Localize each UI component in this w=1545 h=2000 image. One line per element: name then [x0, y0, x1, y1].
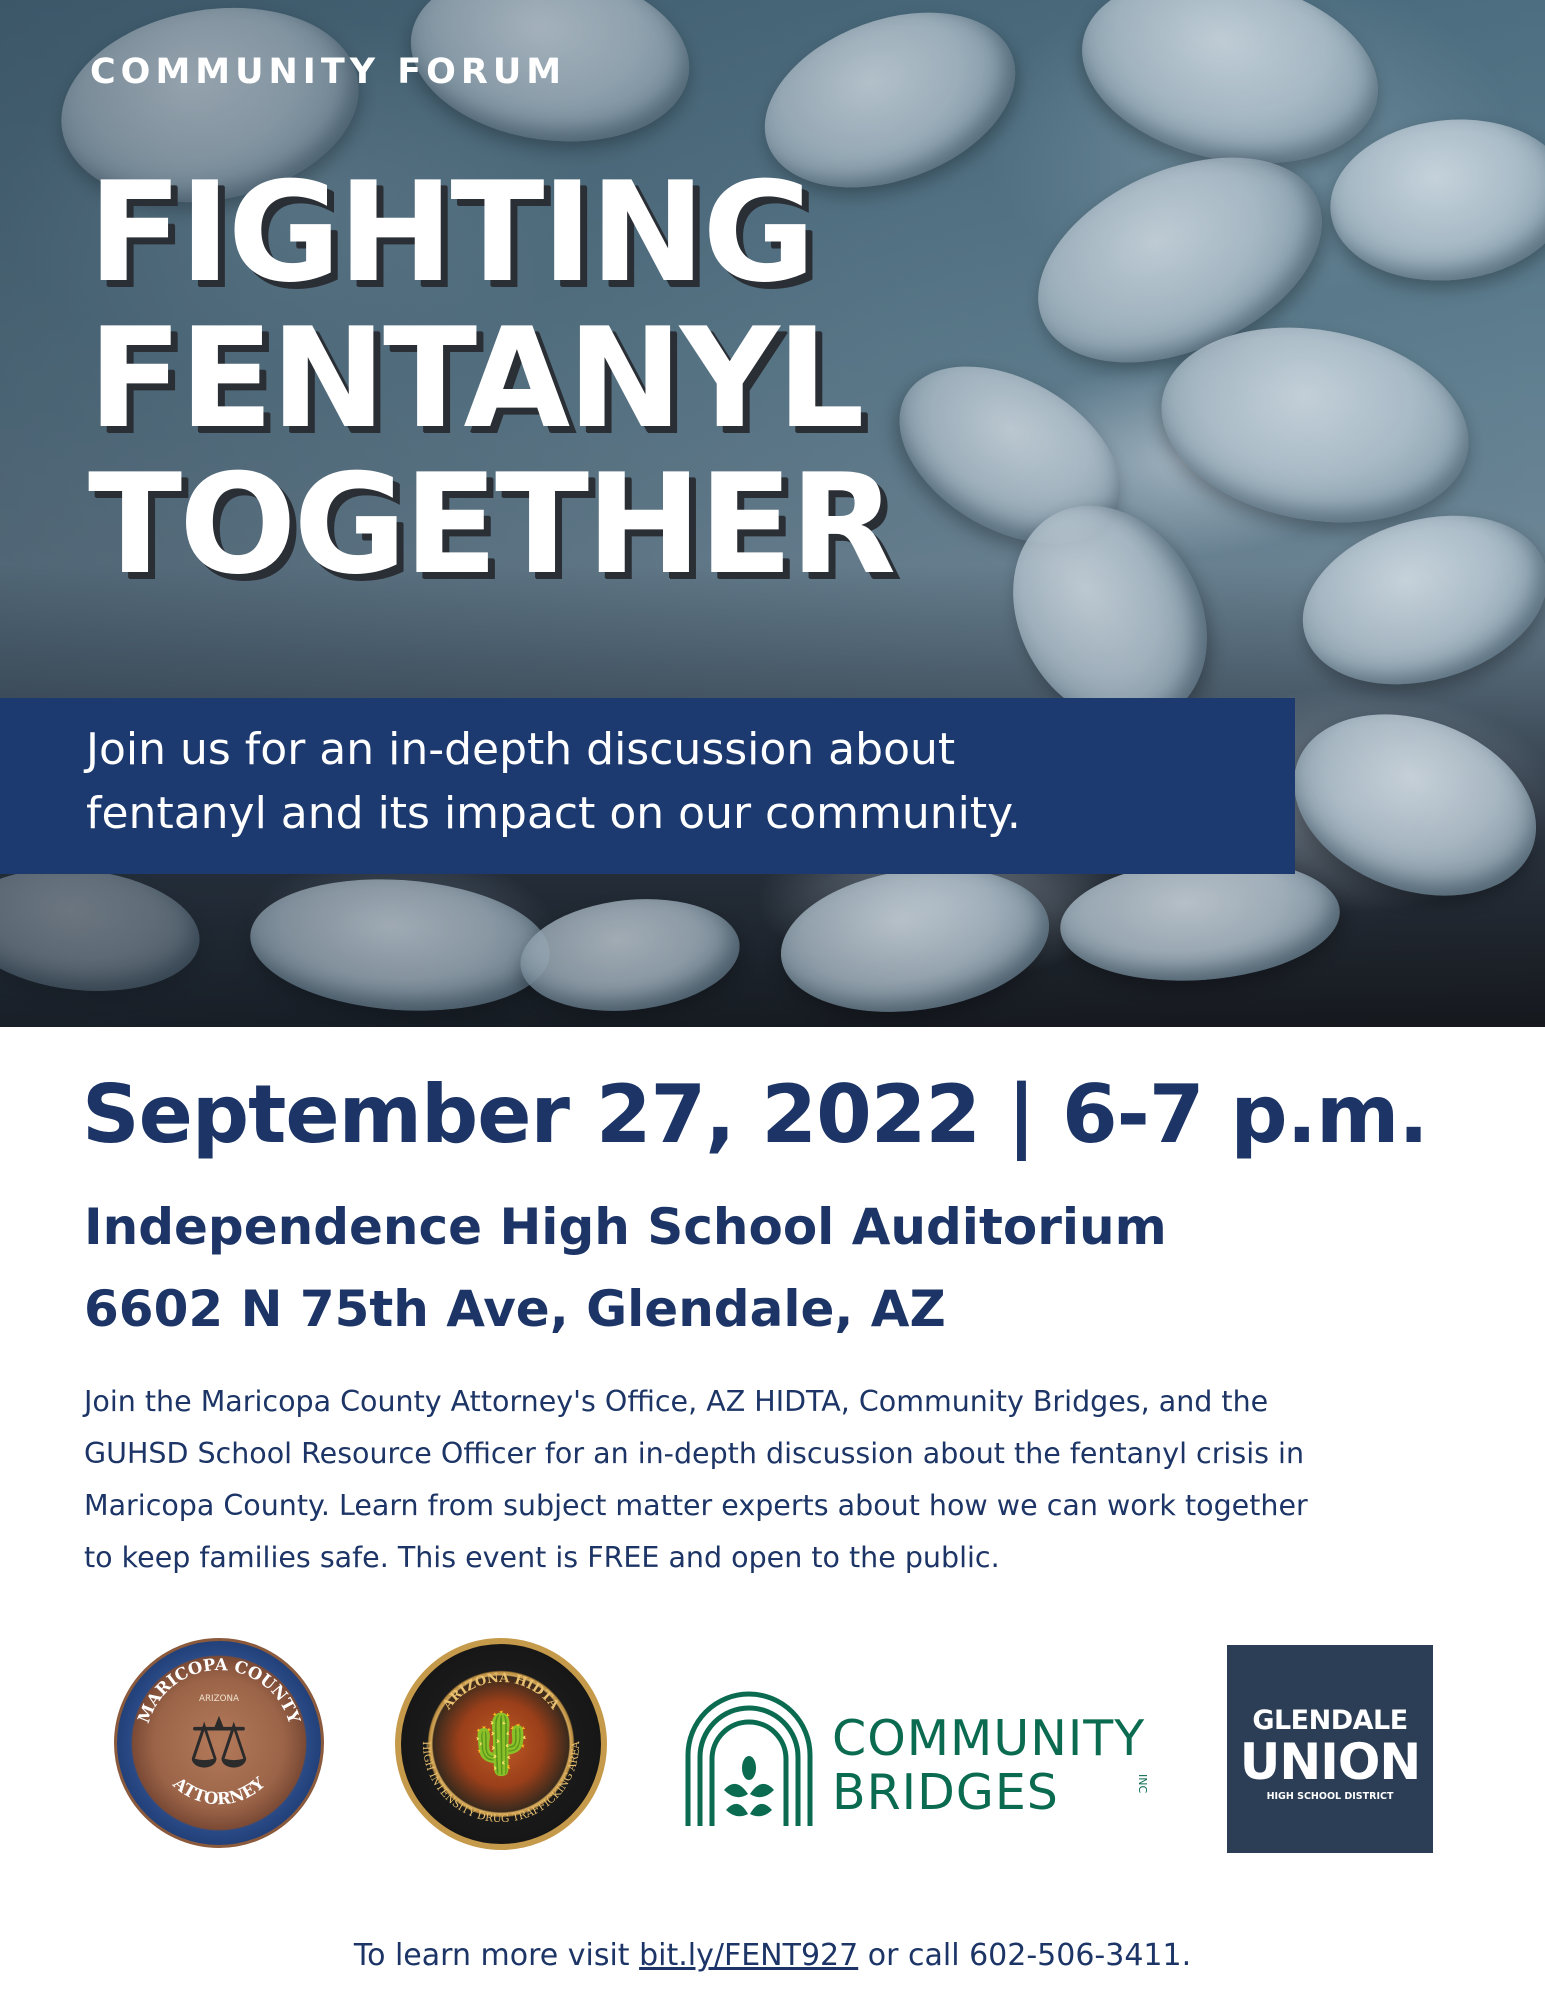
glendale-line-3: HIGH SCHOOL DISTRICT: [1266, 1791, 1394, 1802]
description-line: to keep families safe. This event is FRE…: [84, 1541, 1000, 1574]
footer-prefix: To learn more visit: [353, 1938, 640, 1973]
footer-link[interactable]: bit.ly/FENT927: [639, 1938, 858, 1973]
headline-line-2: FENTANYL: [88, 298, 865, 459]
community-bridges-line-2: BRIDGES: [832, 1764, 1059, 1821]
community-bridges-name: COMMUNITY BRIDGES: [832, 1712, 1145, 1820]
description-line: GUHSD School Resource Officer for an in-…: [84, 1437, 1305, 1470]
event-description: Join the Maricopa County Attorney's Offi…: [84, 1376, 1484, 1584]
event-date-time: September 27, 2022 | 6-7 p.m.: [82, 1068, 1429, 1161]
description-line: Maricopa County. Learn from subject matt…: [84, 1489, 1308, 1522]
community-bridges-arch-icon: [685, 1691, 813, 1826]
footer-contact: To learn more visit bit.ly/FENT927 or ca…: [0, 1938, 1545, 1973]
headline: FIGHTING FENTANYL TOGETHER: [88, 152, 896, 605]
kicker-label: COMMUNITY FORUM: [90, 52, 567, 92]
community-bridges-inc: INC: [1136, 1774, 1149, 1794]
event-address: 6602 N 75th Ave, Glendale, AZ: [84, 1280, 946, 1338]
arizona-hidta-seal: ARIZONA HIDTA HIGH INTENSITY DRUG TRAFFI…: [395, 1638, 607, 1850]
scales-icon: ⚖: [187, 1702, 251, 1784]
cactus-icon: 🌵: [463, 1709, 539, 1779]
event-venue: Independence High School Auditorium: [84, 1198, 1167, 1256]
svg-text:ARIZONA HIDTA: ARIZONA HIDTA: [440, 1671, 563, 1714]
headline-line-1: FIGHTING: [88, 152, 816, 313]
maricopa-county-attorney-seal: MARICOPA COUNTY ATTORNEY ARIZONA ⚖: [114, 1638, 324, 1848]
hidta-top-text: ARIZONA HIDTA: [440, 1671, 563, 1714]
headline-line-3: TOGETHER: [88, 444, 896, 605]
glendale-union-logo: GLENDALE UNION HIGH SCHOOL DISTRICT: [1227, 1645, 1433, 1853]
community-bridges-logo: COMMUNITY BRIDGES INC: [684, 1690, 1184, 1830]
intro-line-2: fentanyl and its impact on our community…: [86, 788, 1021, 839]
community-bridges-line-1: COMMUNITY: [832, 1710, 1146, 1767]
glendale-line-2: UNION: [1239, 1733, 1421, 1791]
footer-suffix: or call 602-506-3411.: [867, 1938, 1192, 1973]
hero-image: COMMUNITY FORUM FIGHTING FENTANYL TOGETH…: [0, 0, 1545, 1027]
description-line: Join the Maricopa County Attorney's Offi…: [84, 1385, 1269, 1418]
intro-line-1: Join us for an in-depth discussion about: [86, 724, 956, 775]
intro-band: Join us for an in-depth discussion about…: [0, 698, 1295, 874]
glendale-line-1: GLENDALE: [1252, 1705, 1408, 1736]
